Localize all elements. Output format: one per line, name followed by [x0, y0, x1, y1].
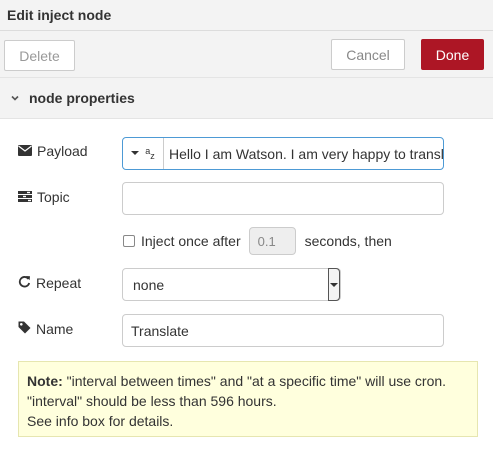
repeat-label: Repeat: [18, 275, 81, 291]
note-box: Note: "interval between times" and "at a…: [18, 361, 478, 437]
payload-type-selector[interactable]: az: [123, 138, 164, 169]
payload-value[interactable]: Hello I am Watson. I am very happy to tr…: [164, 146, 443, 162]
inject-once-label: Inject once after: [141, 233, 241, 249]
caret-down-icon: [131, 148, 140, 159]
section-title: node properties: [29, 90, 135, 106]
tasks-icon: [18, 189, 32, 205]
note-line-3: See info box for details.: [27, 413, 174, 429]
repeat-label-text: Repeat: [36, 275, 82, 291]
select-arrow-icon[interactable]: [328, 268, 340, 301]
note-line-2: "interval" should be less than 596 hours…: [27, 393, 277, 409]
inject-once-delay-input[interactable]: 0.1: [248, 227, 296, 255]
note-line-1-text: "interval between times" and "at a speci…: [62, 373, 447, 389]
payload-label-text: Payload: [37, 143, 88, 159]
delete-button[interactable]: Delete: [4, 40, 75, 71]
topic-input[interactable]: [122, 182, 444, 215]
topic-label: Topic: [18, 189, 70, 205]
name-input[interactable]: Translate: [122, 314, 444, 347]
tag-icon: [18, 321, 31, 337]
note-bold-label: Note:: [27, 373, 63, 389]
chevron-down-icon: [9, 92, 21, 104]
string-type-icon: az: [145, 146, 155, 161]
dialog-toolbar: Delete Cancel Done: [0, 31, 493, 77]
payload-label: Payload: [18, 143, 88, 159]
name-label: Name: [18, 321, 73, 337]
inject-once-row: Inject once after 0.1 seconds, then: [123, 227, 392, 255]
inject-once-suffix: seconds, then: [304, 233, 392, 249]
topic-label-text: Topic: [37, 189, 70, 205]
cancel-button[interactable]: Cancel: [331, 39, 405, 70]
envelope-icon: [18, 143, 32, 159]
repeat-selected-value: none: [133, 276, 165, 293]
name-label-text: Name: [36, 321, 74, 337]
repeat-icon: [18, 275, 31, 291]
payload-typed-input[interactable]: az Hello I am Watson. I am very happy to…: [122, 137, 444, 170]
note-line-1: Note: "interval between times" and "at a…: [27, 371, 477, 391]
done-button[interactable]: Done: [421, 39, 484, 70]
repeat-select[interactable]: none: [122, 268, 341, 301]
section-node-properties[interactable]: node properties: [0, 77, 493, 119]
inject-once-checkbox[interactable]: [123, 235, 135, 247]
dialog-title: Edit inject node: [0, 0, 493, 31]
